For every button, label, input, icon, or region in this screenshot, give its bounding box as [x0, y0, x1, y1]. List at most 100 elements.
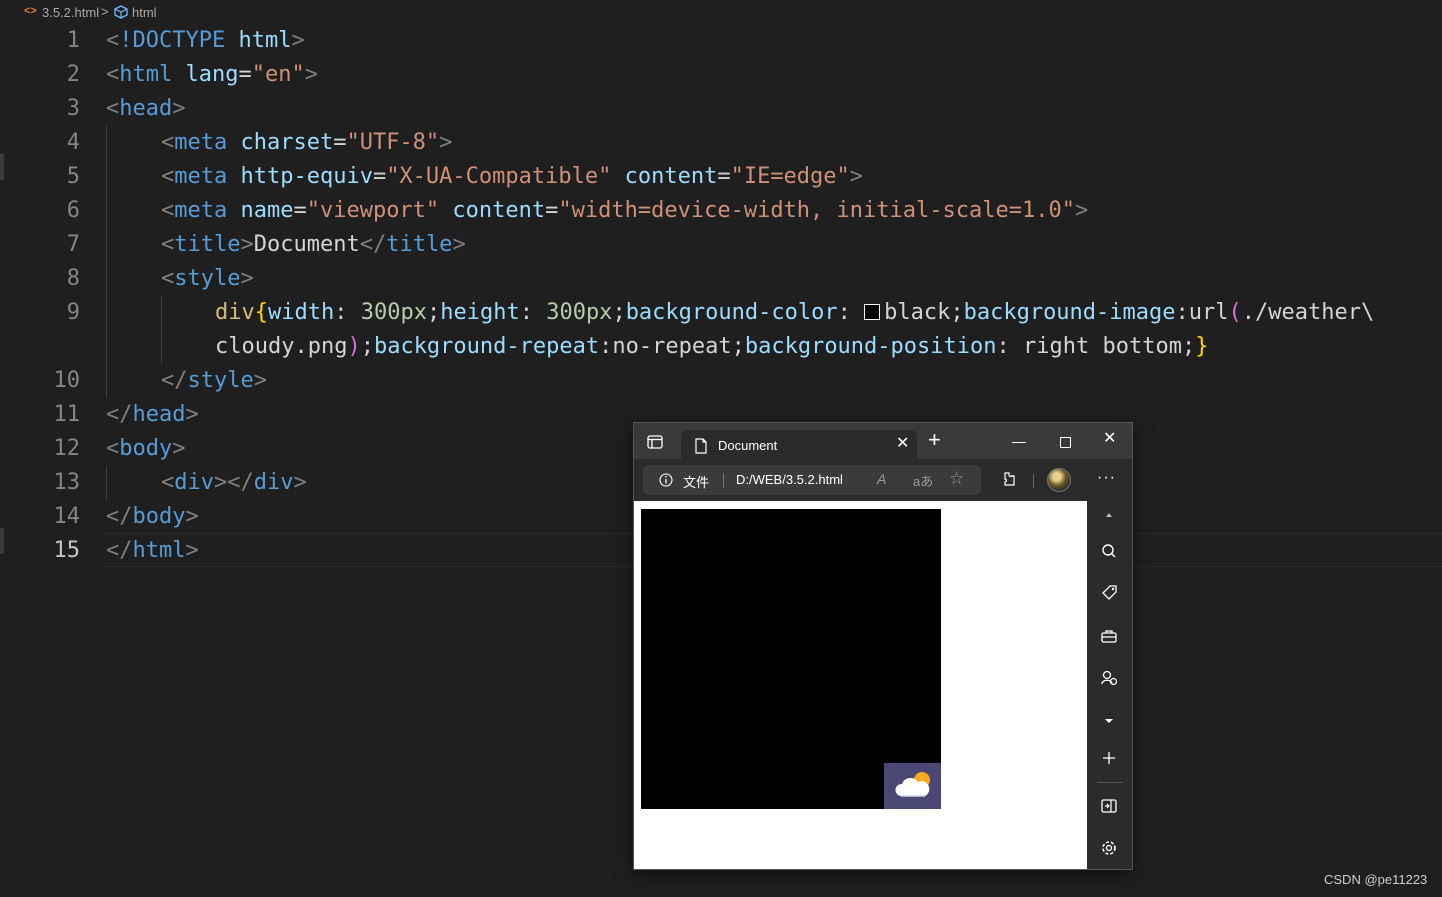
- token: =: [717, 164, 731, 189]
- minimize-icon[interactable]: —: [1012, 433, 1026, 449]
- token: >: [293, 470, 307, 495]
- add-favorite-icon[interactable]: ☆: [949, 469, 964, 489]
- code-line[interactable]: <html lang="en">: [106, 58, 318, 92]
- breadcrumb-file[interactable]: 3.5.2.html: [42, 5, 99, 20]
- window-close-icon[interactable]: ✕: [1103, 431, 1116, 447]
- token: "en": [251, 62, 305, 87]
- watermark: CSDN @pe11223: [1324, 872, 1428, 887]
- token: ;: [612, 300, 626, 325]
- token: (: [1228, 300, 1242, 325]
- color-swatch[interactable]: [864, 304, 881, 320]
- token: title: [386, 232, 453, 257]
- toolbox-icon[interactable]: [1099, 626, 1119, 646]
- new-tab-icon[interactable]: +: [928, 428, 941, 452]
- maximize-icon[interactable]: [1060, 437, 1071, 448]
- code-line[interactable]: <meta name="viewport" content="width=dev…: [161, 194, 1088, 228]
- token: 300px: [360, 300, 427, 325]
- code-line-wrapped[interactable]: cloudy.png);background-repeat:no-repeat;…: [215, 330, 1208, 364]
- token: </: [106, 538, 133, 563]
- code-line[interactable]: <meta http-equiv="X-UA-Compatible" conte…: [161, 160, 863, 194]
- browser-titlebar[interactable]: Document ✕ + — ✕: [634, 423, 1132, 460]
- token: ;: [426, 300, 441, 325]
- token: "X-UA-Compatible": [386, 164, 612, 189]
- token: "IE=edge": [730, 164, 850, 189]
- info-icon[interactable]: [659, 473, 673, 487]
- code-line[interactable]: <head>: [106, 92, 185, 126]
- code-line[interactable]: <div></div>: [161, 466, 307, 500]
- token: >: [172, 96, 186, 121]
- scroll-down-icon[interactable]: [1099, 711, 1119, 731]
- token: right bottom: [1023, 334, 1182, 359]
- address-bar[interactable]: 文件 D:/WEB/3.5.2.html A aあ ☆: [643, 465, 981, 495]
- code-line[interactable]: </style>: [161, 364, 267, 398]
- token: content: [452, 198, 546, 223]
- token: </: [227, 470, 254, 495]
- code-line[interactable]: </head>: [106, 398, 199, 432]
- code-line-active[interactable]: </html>: [106, 534, 199, 568]
- line-number: 1: [66, 28, 80, 53]
- token: >: [240, 232, 254, 257]
- token: >: [185, 504, 199, 529]
- element-icon: [114, 5, 128, 19]
- line-number-active: 15: [53, 538, 81, 563]
- add-icon[interactable]: [1099, 748, 1119, 768]
- line-number: 3: [66, 96, 80, 121]
- token: =: [293, 198, 307, 223]
- token: >: [172, 436, 186, 461]
- token: <: [161, 470, 175, 495]
- token: Document: [253, 232, 360, 257]
- token: ;: [950, 300, 964, 325]
- token: </: [106, 504, 133, 529]
- search-icon[interactable]: [1099, 541, 1119, 561]
- settings-icon[interactable]: [1099, 838, 1119, 858]
- token: "viewport": [306, 198, 440, 223]
- code-line[interactable]: <meta charset="UTF-8">: [161, 126, 452, 160]
- line-number: 4: [66, 130, 80, 155]
- address-scheme-label: 文件: [683, 475, 710, 490]
- translate-icon[interactable]: aあ: [913, 471, 933, 490]
- token: <: [106, 62, 120, 87]
- tab-close-icon[interactable]: ✕: [896, 436, 909, 452]
- browser-sidebar: [1087, 501, 1132, 869]
- breadcrumb-node[interactable]: html: [132, 5, 157, 20]
- token: style: [187, 368, 254, 393]
- token: title: [174, 232, 241, 257]
- code-line[interactable]: div{width: 300px;height: 300px;backgroun…: [215, 296, 1374, 330]
- token: <: [161, 130, 175, 155]
- indent-guide: [106, 126, 107, 398]
- browser-tab[interactable]: Document ✕: [681, 430, 917, 460]
- token: background-color: [625, 300, 838, 325]
- token: "width=device-width, initial-scale=1.0": [558, 198, 1075, 223]
- code-line[interactable]: <body>: [106, 432, 185, 466]
- token: =: [238, 62, 252, 87]
- page-viewport[interactable]: [634, 501, 1087, 869]
- token: </: [106, 402, 133, 427]
- tag-icon[interactable]: [1099, 583, 1119, 603]
- extensions-icon[interactable]: [1000, 471, 1016, 487]
- line-number: 6: [66, 198, 80, 223]
- code-line[interactable]: <title>Document</title>: [161, 228, 466, 262]
- line-number: 10: [53, 368, 81, 393]
- scroll-up-icon[interactable]: [1099, 505, 1119, 525]
- code-line[interactable]: </body>: [106, 500, 199, 534]
- browser-window[interactable]: Document ✕ + — ✕ 文件 D:/WEB/3.5.2.html A …: [633, 422, 1133, 870]
- token: =: [372, 164, 387, 189]
- token: url: [1188, 300, 1229, 325]
- hide-sidebar-icon[interactable]: [1099, 796, 1119, 816]
- token: <: [161, 164, 175, 189]
- profile-avatar[interactable]: [1047, 468, 1071, 492]
- token: background-image: [963, 300, 1176, 325]
- more-icon[interactable]: ···: [1097, 469, 1116, 487]
- read-aloud-icon[interactable]: A: [877, 471, 886, 487]
- token: lang: [185, 62, 239, 87]
- address-url[interactable]: D:/WEB/3.5.2.html: [736, 472, 843, 487]
- token: background-repeat: [373, 334, 600, 359]
- tab-actions-icon[interactable]: [647, 435, 663, 449]
- code-line[interactable]: <!DOCTYPE html>: [106, 24, 305, 58]
- games-icon[interactable]: [1099, 668, 1119, 688]
- token: html: [238, 28, 292, 53]
- code-line[interactable]: <style>: [161, 262, 254, 296]
- token: name: [240, 198, 294, 223]
- token: div: [253, 470, 294, 495]
